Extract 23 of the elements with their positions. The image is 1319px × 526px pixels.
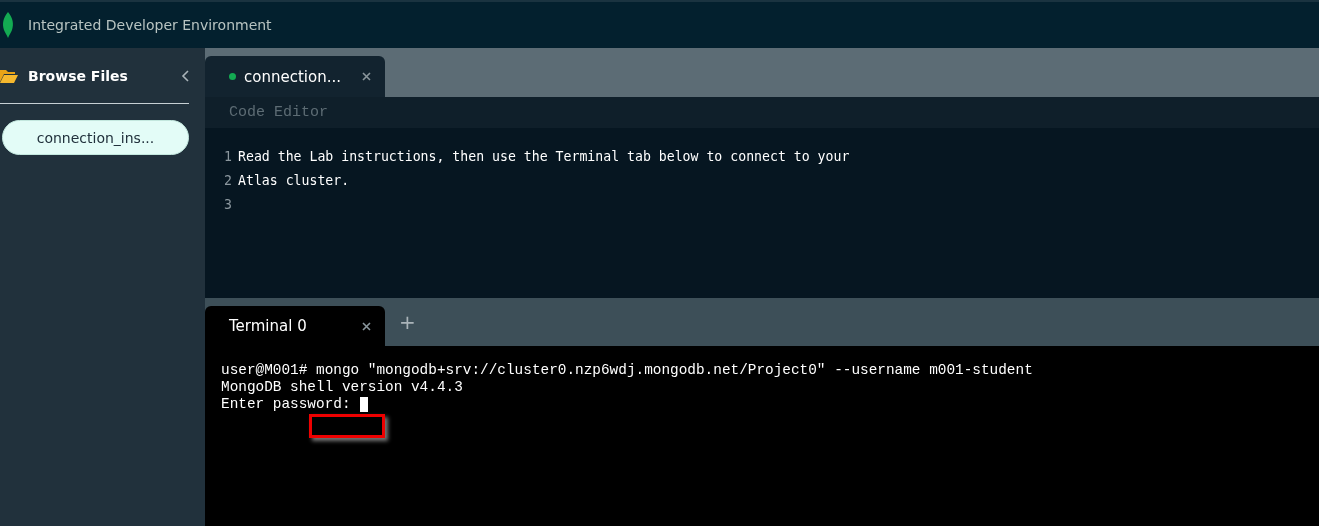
line-number: 2 xyxy=(223,172,233,188)
sidebar-title: Browse Files xyxy=(28,67,129,84)
collapse-chevron-icon[interactable] xyxy=(181,69,189,82)
terminal-line: Enter password: xyxy=(221,396,351,413)
terminal-line: user@M001# mongo "mongodb+srv://cluster0.nzp6wdj.mongodb.net/Project0" --username m001-student xyxy=(221,362,1033,379)
terminal-tab[interactable]: Terminal 0 xyxy=(205,306,385,346)
editor-tab[interactable]: connection... xyxy=(205,56,385,97)
tab-label: Terminal 0 xyxy=(229,317,308,335)
close-icon[interactable] xyxy=(362,72,371,81)
modified-dot-icon xyxy=(229,73,236,80)
close-icon[interactable] xyxy=(362,321,371,331)
folder-icon xyxy=(0,68,18,83)
leaf-logo-icon xyxy=(2,12,14,38)
file-item[interactable]: connection_ins... xyxy=(2,120,189,155)
tab-label: connection... xyxy=(244,67,342,86)
code-line: Atlas cluster. xyxy=(238,172,350,188)
panel-label: Code Editor xyxy=(205,97,1319,128)
app-title: Integrated Developer Environment xyxy=(28,17,272,33)
code-line: Read the Lab instructions, then use the Terminal tab below to connect to your xyxy=(238,148,850,164)
line-number: 1 xyxy=(223,148,233,164)
add-tab-button[interactable]: + xyxy=(395,310,420,334)
terminal-line: MongoDB shell version v4.4.3 xyxy=(221,379,463,396)
line-number: 3 xyxy=(223,196,233,212)
